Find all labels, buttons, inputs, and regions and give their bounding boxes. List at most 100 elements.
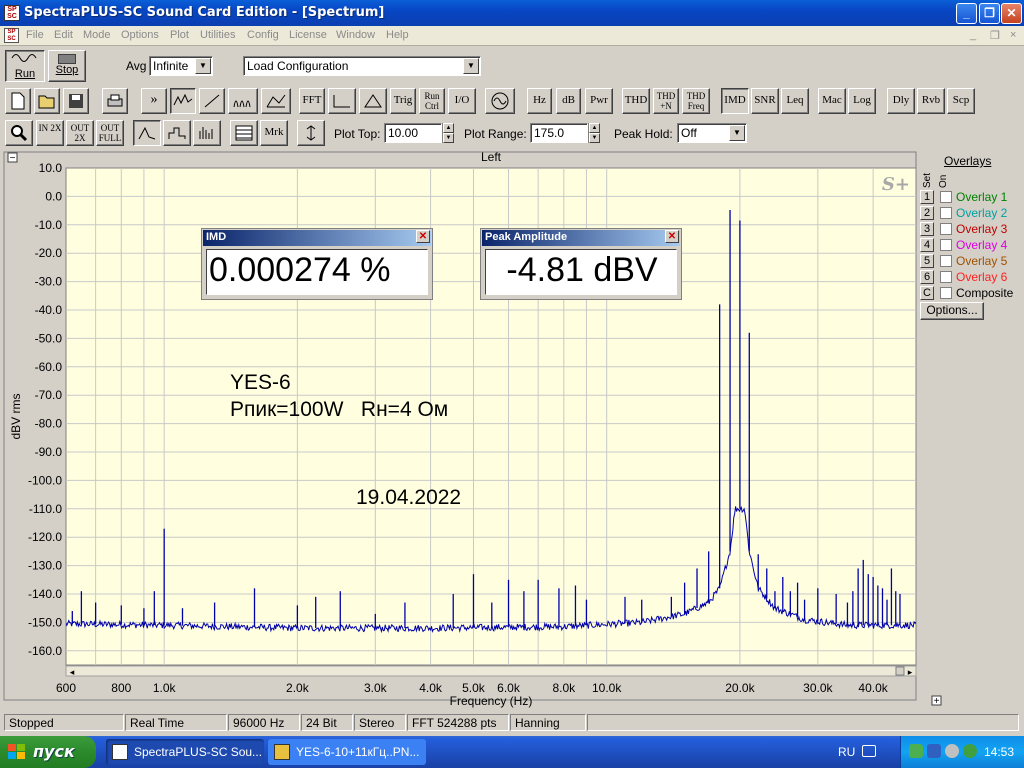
zoom-button[interactable] — [5, 120, 33, 146]
mac-button[interactable]: Mac — [818, 88, 846, 114]
configuration-select[interactable]: Load Configuration ▼ — [243, 56, 481, 76]
start-button[interactable]: пуск — [0, 736, 96, 768]
dly-button[interactable]: Dly — [887, 88, 915, 114]
marker-button[interactable]: Mrk — [260, 120, 288, 146]
overlay-checkbox[interactable] — [940, 207, 952, 219]
menu-edit[interactable]: Edit — [54, 29, 73, 41]
close-icon[interactable]: ✕ — [416, 230, 430, 243]
menu-config[interactable]: Config — [247, 29, 279, 41]
zoom-in-2x-button[interactable]: IN 2X — [36, 120, 64, 146]
overlay-checkbox[interactable] — [940, 239, 952, 251]
menu-options[interactable]: Options — [121, 29, 159, 41]
close-button[interactable]: ✕ — [1001, 3, 1022, 24]
mdi-restore-button[interactable]: ❐ — [990, 29, 1000, 42]
scroll-right-icon[interactable]: ▸ — [908, 667, 913, 677]
plot-range-input[interactable]: 175.0 — [530, 123, 588, 143]
menu-license[interactable]: License — [289, 29, 327, 41]
weighting-button[interactable] — [359, 88, 387, 114]
trig-button[interactable]: Trig — [390, 88, 416, 114]
overlay-set-button[interactable]: 5 — [920, 254, 934, 268]
dropdown-arrow-icon[interactable]: ▼ — [729, 125, 745, 141]
generator-button[interactable] — [485, 88, 515, 114]
step-plot-button[interactable] — [163, 120, 191, 146]
plot-top-input[interactable]: 10.00 — [384, 123, 442, 143]
scp-button[interactable]: Scp — [947, 88, 975, 114]
log-button[interactable]: Log — [848, 88, 876, 114]
io-button[interactable]: I/O — [448, 88, 476, 114]
peak-hold-select[interactable]: Off ▼ — [677, 123, 747, 143]
overlay-checkbox[interactable] — [940, 287, 952, 299]
tray-app-icon[interactable] — [909, 744, 923, 758]
security-icon[interactable] — [963, 744, 977, 758]
fast-forward-button[interactable]: » — [141, 88, 167, 114]
table-button[interactable] — [230, 120, 258, 146]
run-ctrl-button[interactable]: Run Ctrl — [419, 88, 445, 114]
overlay-checkbox[interactable] — [940, 223, 952, 235]
rvb-button[interactable]: Rvb — [917, 88, 945, 114]
run-button[interactable]: Run — [5, 50, 45, 82]
fft-button[interactable]: FFT — [299, 88, 325, 114]
close-icon[interactable]: ✕ — [665, 230, 679, 243]
plot-range-spinner[interactable]: ▲ ▼ — [588, 123, 600, 143]
waterfall-button[interactable] — [228, 88, 258, 114]
fft-size-button[interactable] — [328, 88, 356, 114]
imd-readout-window[interactable]: IMD ✕ 0.000274 % — [201, 228, 433, 300]
scroll-left-icon[interactable]: ◂ — [70, 667, 75, 677]
overlay-set-button[interactable]: 4 — [920, 238, 934, 252]
plot-top-spinner[interactable]: ▲ ▼ — [442, 123, 454, 143]
new-file-button[interactable] — [5, 88, 31, 114]
peak-amplitude-readout-window[interactable]: Peak Amplitude ✕ -4.81 dBV — [480, 228, 682, 300]
overlay-checkbox[interactable] — [940, 255, 952, 267]
overlay-set-button[interactable]: 3 — [920, 222, 934, 236]
stop-button[interactable]: Stop — [48, 50, 86, 82]
pwr-button[interactable]: Pwr — [585, 88, 613, 114]
overlay-set-button[interactable]: 1 — [920, 190, 934, 204]
print-button[interactable] — [102, 88, 128, 114]
zoom-out-full-button[interactable]: OUT FULL — [96, 120, 124, 146]
line-plot-button[interactable] — [133, 120, 161, 146]
zoom-out-2x-button[interactable]: OUT 2X — [66, 120, 94, 146]
volume-icon[interactable] — [945, 744, 959, 758]
menu-utilities[interactable]: Utilities — [200, 29, 235, 41]
keyboard-icon[interactable] — [862, 745, 876, 757]
restore-button[interactable]: ❐ — [979, 3, 1000, 24]
language-indicator[interactable]: RU — [838, 745, 855, 759]
overlay-set-button[interactable]: 2 — [920, 206, 934, 220]
thd-button[interactable]: THD — [622, 88, 650, 114]
thd-n-button[interactable]: THD +N — [653, 88, 679, 114]
overlay-checkbox[interactable] — [940, 271, 952, 283]
vertical-scale-button[interactable] — [297, 120, 325, 146]
menu-mode[interactable]: Mode — [83, 29, 111, 41]
thd-freq-button[interactable]: THD Freq — [682, 88, 710, 114]
task-spectraplus[interactable]: SpectraPLUS-SC Sou... — [106, 739, 264, 765]
spectrum-mode-button[interactable] — [170, 88, 196, 114]
spin-down-icon[interactable]: ▼ — [443, 133, 454, 143]
bar-plot-button[interactable] — [193, 120, 221, 146]
spectraplus-app-icon[interactable]: SP SC — [4, 5, 20, 21]
mdi-minimize-button[interactable]: _ — [970, 29, 976, 41]
save-button[interactable] — [63, 88, 89, 114]
menu-plot[interactable]: Plot — [170, 29, 189, 41]
db-button[interactable]: dB — [556, 88, 581, 114]
network-icon[interactable] — [927, 744, 941, 758]
minimize-button[interactable]: _ — [956, 3, 977, 24]
menu-file[interactable]: File — [26, 29, 44, 41]
snr-button[interactable]: SNR — [751, 88, 779, 114]
menu-window[interactable]: Window — [336, 29, 375, 41]
scroll-thumb[interactable] — [895, 666, 905, 676]
open-button[interactable] — [34, 88, 60, 114]
imd-button[interactable]: IMD — [721, 88, 749, 114]
document-icon[interactable]: SP SC — [4, 28, 19, 43]
overlay-options-button[interactable]: Options... — [920, 302, 984, 320]
hz-button[interactable]: Hz — [527, 88, 552, 114]
overlay-set-button[interactable]: 6 — [920, 270, 934, 284]
avg-select[interactable]: Infinite ▼ — [149, 56, 213, 76]
leq-button[interactable]: Leq — [781, 88, 809, 114]
horizontal-scrollbar[interactable] — [65, 665, 917, 677]
spin-up-icon[interactable]: ▲ — [589, 123, 600, 133]
menu-help[interactable]: Help — [386, 29, 409, 41]
mdi-close-button[interactable]: × — [1010, 29, 1016, 41]
overlay-set-button[interactable]: C — [920, 286, 934, 300]
dropdown-arrow-icon[interactable]: ▼ — [195, 58, 211, 74]
spin-down-icon[interactable]: ▼ — [589, 133, 600, 143]
